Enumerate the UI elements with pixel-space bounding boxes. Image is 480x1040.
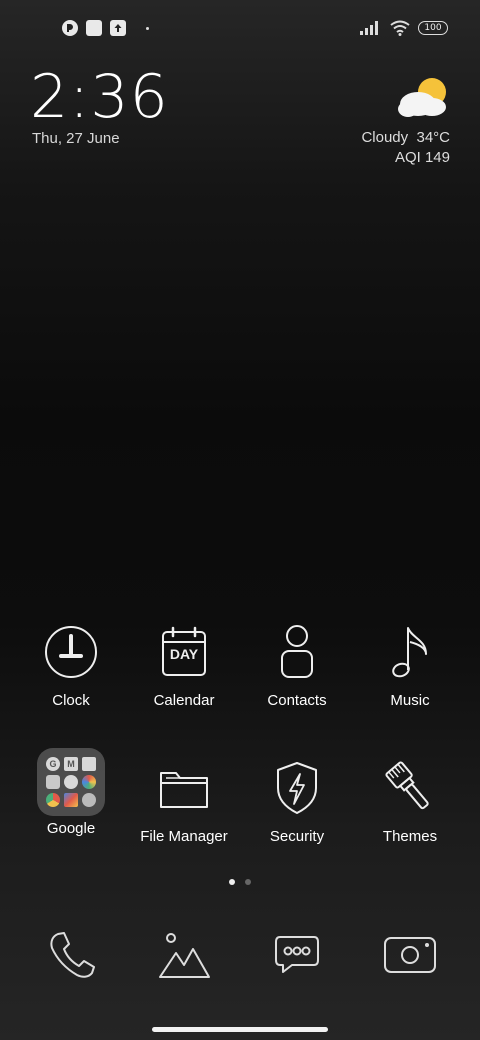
more-dot-icon bbox=[146, 26, 149, 30]
clock-date[interactable]: Thu, 27 June bbox=[32, 130, 120, 147]
app-label: Themes bbox=[382, 828, 438, 845]
dock-camera[interactable] bbox=[380, 925, 440, 985]
calendar-icon-text: DAY bbox=[169, 646, 199, 662]
folder-icon bbox=[152, 756, 216, 820]
page-dot-active[interactable] bbox=[229, 879, 235, 885]
app-themes[interactable]: Themes bbox=[354, 756, 466, 845]
home-gesture-bar[interactable] bbox=[152, 1027, 328, 1032]
play-store-icon bbox=[64, 793, 78, 807]
app-notification-icon bbox=[62, 20, 78, 36]
messages-icon bbox=[275, 936, 319, 973]
app-security[interactable]: Security bbox=[241, 756, 353, 845]
gallery-notification-icon bbox=[86, 20, 102, 36]
weather-condition-temp: Cloudy 34°C bbox=[361, 128, 450, 148]
app-music[interactable]: Music bbox=[354, 620, 466, 709]
gmail-icon: M bbox=[64, 757, 78, 771]
youtube-icon bbox=[46, 775, 60, 789]
maps-icon bbox=[82, 757, 96, 771]
app-label: Google bbox=[46, 820, 96, 837]
clock-icon bbox=[39, 620, 103, 684]
app-label: File Manager bbox=[140, 828, 228, 845]
dock-phone[interactable] bbox=[41, 925, 101, 985]
google-folder-icon: G M bbox=[37, 748, 105, 816]
music-icon bbox=[378, 620, 442, 684]
gallery-icon bbox=[159, 933, 210, 978]
battery-indicator: 100 bbox=[418, 21, 448, 35]
wifi-icon bbox=[390, 20, 410, 36]
weather-condition: Cloudy bbox=[361, 129, 409, 146]
dock-gallery[interactable] bbox=[154, 925, 214, 985]
app-label: Music bbox=[390, 692, 430, 709]
clock-time[interactable]: 2:36 bbox=[30, 62, 169, 132]
status-bar-right: 100 bbox=[360, 18, 448, 38]
weather-aqi: AQI 149 bbox=[394, 149, 450, 166]
app-label: Security bbox=[269, 828, 325, 845]
dock-messages[interactable] bbox=[267, 925, 327, 985]
app-label: Clock bbox=[52, 692, 90, 709]
page-indicator[interactable] bbox=[229, 879, 251, 885]
phone-icon bbox=[50, 932, 95, 978]
app-file-manager[interactable]: File Manager bbox=[128, 756, 240, 845]
chrome-icon bbox=[46, 793, 60, 807]
app-label: Contacts bbox=[267, 692, 327, 709]
weather-temperature: 34°C bbox=[416, 129, 450, 146]
paintbrush-icon bbox=[378, 756, 442, 820]
app-contacts[interactable]: Contacts bbox=[241, 620, 353, 709]
contacts-icon bbox=[265, 620, 329, 684]
app-label: Calendar bbox=[153, 692, 215, 709]
app-folder-google[interactable]: G M Google bbox=[15, 748, 127, 837]
upload-notification-icon bbox=[110, 20, 126, 36]
security-shield-icon bbox=[265, 756, 329, 820]
page-dot[interactable] bbox=[245, 879, 251, 885]
drive-icon bbox=[64, 775, 78, 789]
weather-widget[interactable]: Cloudy 34°C AQI 149 bbox=[361, 128, 450, 168]
app-clock[interactable]: Clock bbox=[15, 620, 127, 709]
camera-icon bbox=[384, 937, 436, 973]
cloudy-weather-icon[interactable] bbox=[396, 74, 450, 120]
assistant-icon bbox=[82, 793, 96, 807]
google-icon: G bbox=[46, 757, 60, 771]
signal-icon bbox=[360, 21, 378, 35]
calendar-icon: DAY bbox=[152, 620, 216, 684]
photos-icon bbox=[82, 775, 96, 789]
status-bar-left bbox=[62, 18, 149, 38]
app-calendar[interactable]: DAY Calendar bbox=[128, 620, 240, 709]
